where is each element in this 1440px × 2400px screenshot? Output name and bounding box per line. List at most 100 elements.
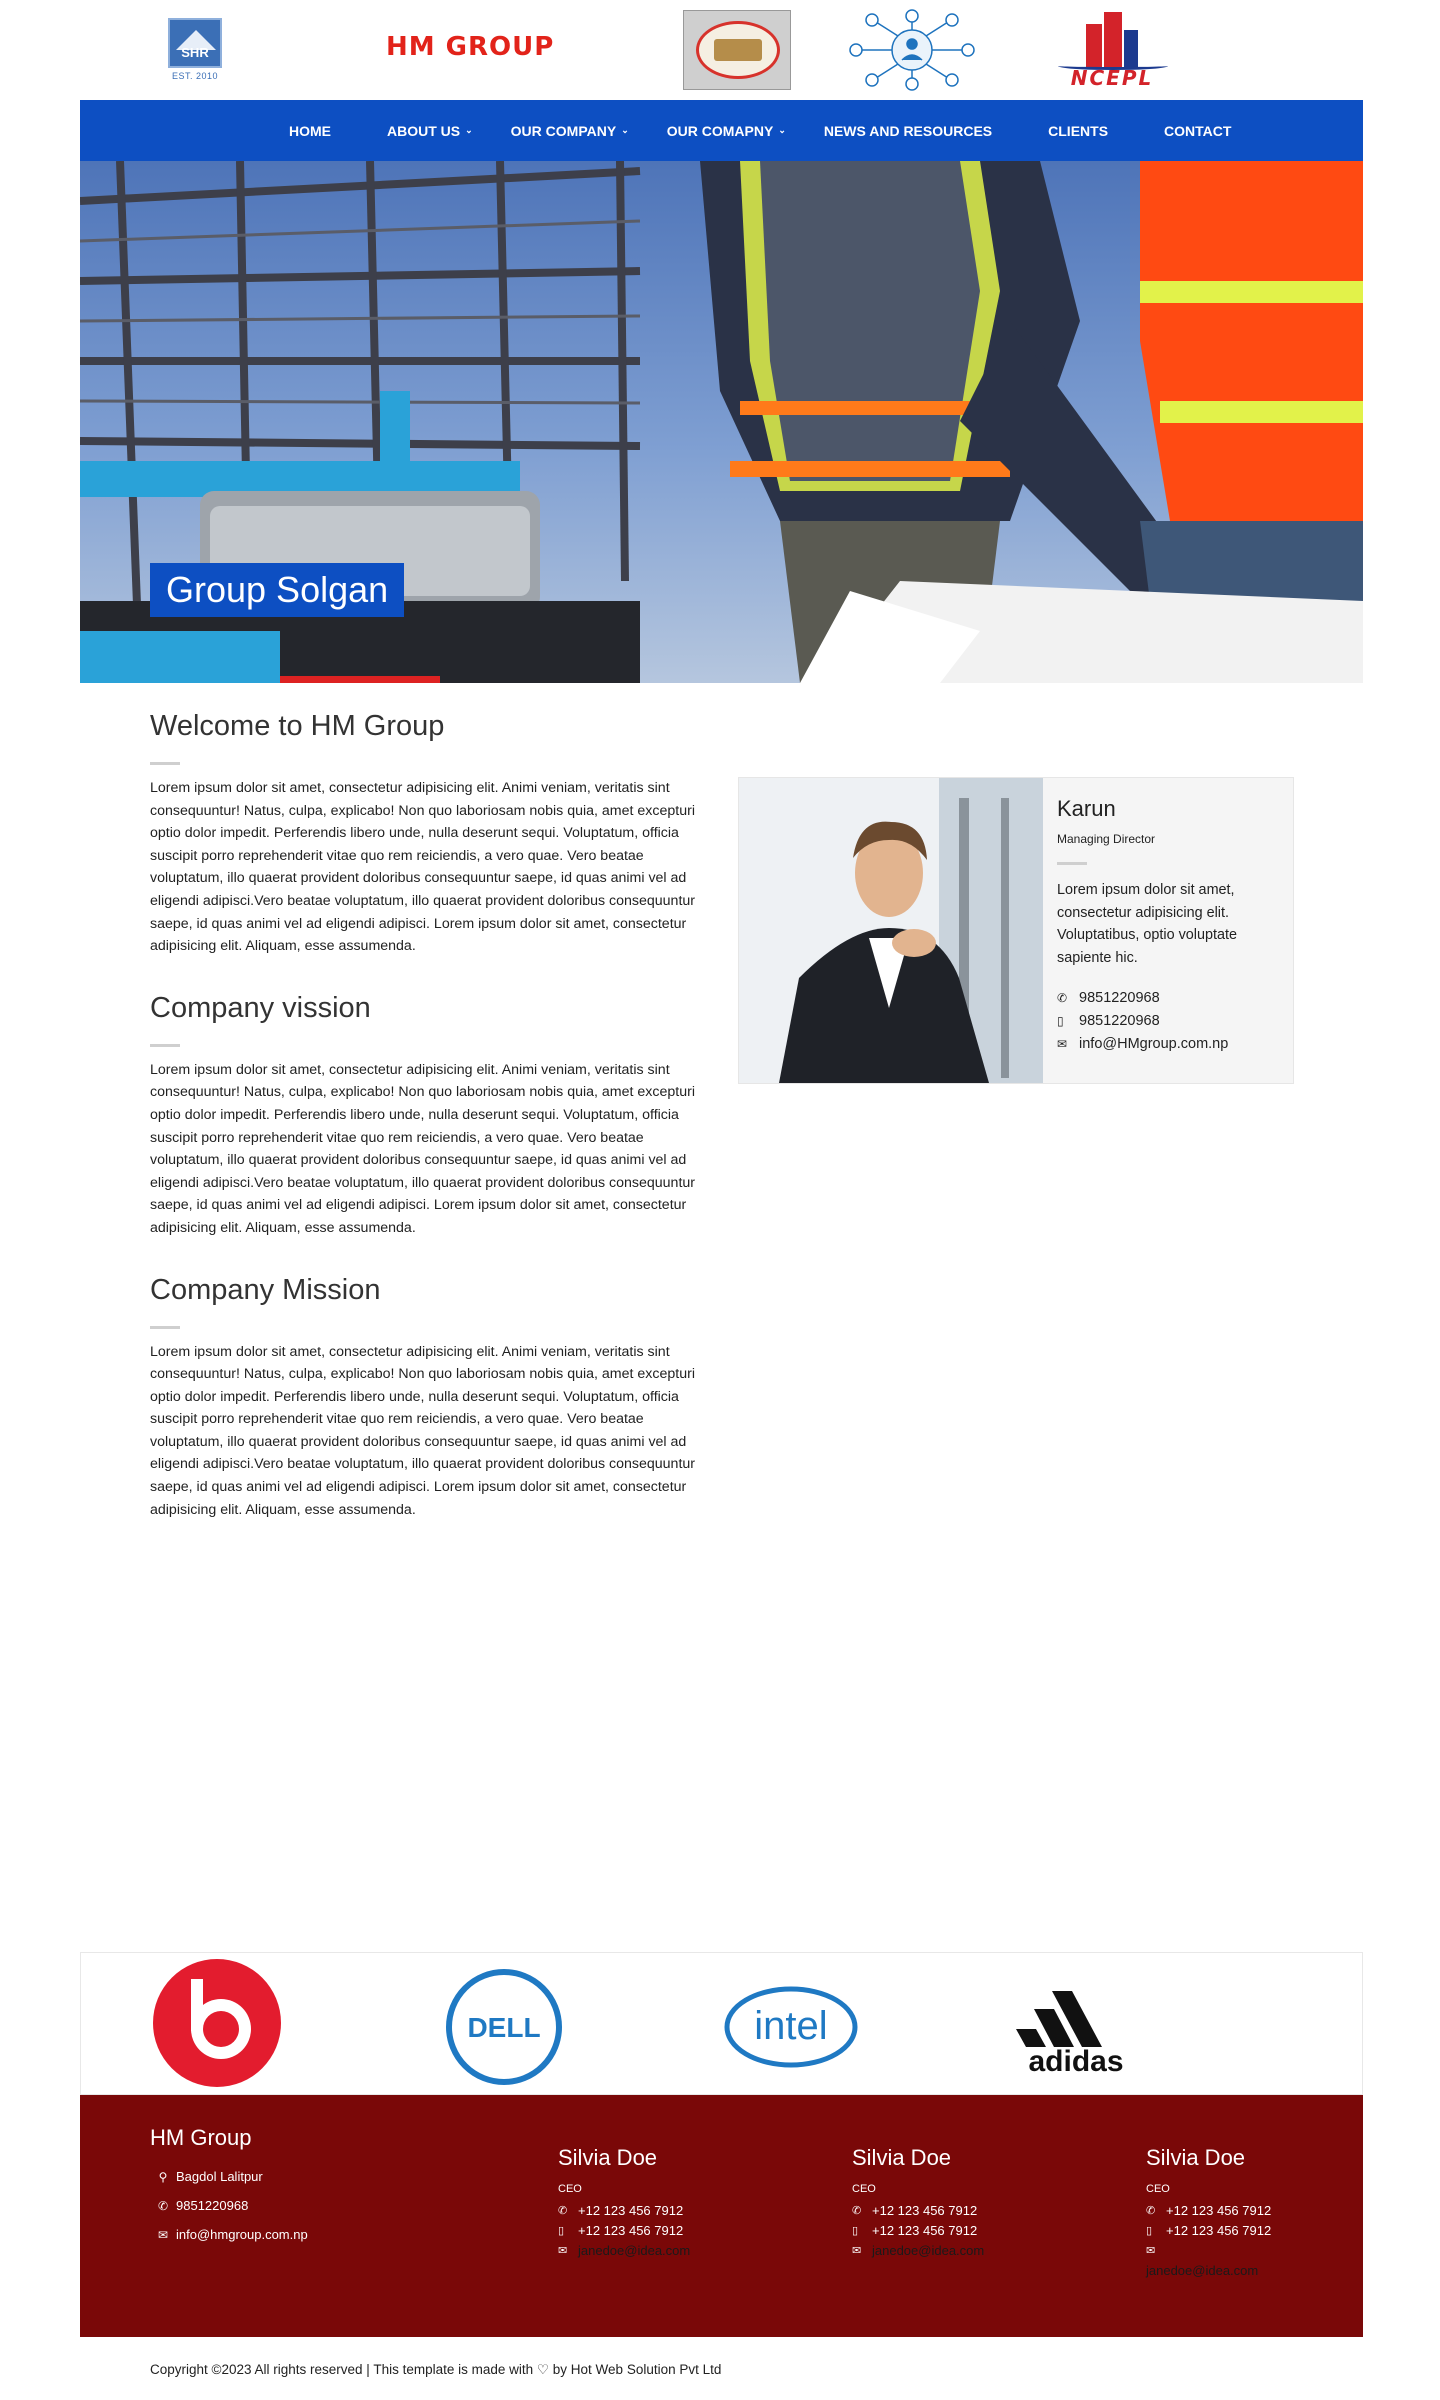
envelope-icon: ✉: [157, 2227, 169, 2242]
nav-our-company[interactable]: OUR COMPANY ⌄: [511, 123, 629, 139]
footer-contact-3: Silvia Doe CEO ✆ +12 123 456 7912 ▯ +12 12…: [1146, 2145, 1296, 2281]
contact-phone[interactable]: ✆ +12 123 456 7912: [558, 2201, 738, 2221]
nav-clients[interactable]: CLIENTS: [1048, 123, 1108, 139]
intel-logo[interactable]: intel: [721, 1977, 861, 2082]
director-card: Karun Managing Director Lorem ipsum dolo…: [738, 777, 1294, 1084]
adidas-wordmark: adidas: [1028, 2045, 1123, 2077]
dell-logo[interactable]: DELL: [444, 1967, 564, 2092]
director-email-text: info@HMgroup.com.np: [1079, 1035, 1229, 1052]
director-role: Managing Director: [1057, 832, 1156, 846]
network-icon: [849, 9, 975, 91]
contact-mobile[interactable]: ▯ +12 123 456 7912: [852, 2221, 1032, 2241]
network-logo[interactable]: [832, 8, 992, 92]
envelope-icon: ✉: [1057, 1036, 1068, 1051]
contact-name: Silvia Doe: [558, 2145, 658, 2170]
beats-logo[interactable]: [151, 1957, 283, 2094]
mission-text: Lorem ipsum dolor sit amet, consectetur …: [150, 1343, 695, 1518]
nav-news-and-resources[interactable]: NEWS AND RESOURCES: [824, 123, 992, 139]
hm-group-logo[interactable]: HM GROUP: [386, 32, 554, 62]
partner-logos: DELL intel adidas: [80, 1952, 1363, 2095]
director-mobile-text: 9851220968: [1079, 1012, 1160, 1029]
director-email[interactable]: ✉ info@HMgroup.com.np: [1057, 1033, 1282, 1056]
phone-icon: ✆: [852, 2205, 862, 2217]
footer-contact-2: Silvia Doe CEO ✆ +12 123 456 7912 ▯ +12 12…: [852, 2145, 1032, 2261]
nav-news-label: NEWS AND RESOURCES: [823, 122, 993, 139]
adidas-logo[interactable]: adidas: [1006, 1977, 1146, 2082]
chevron-down-icon: ⌄: [621, 125, 629, 135]
contact-email-text: janedoe@idea.com: [872, 2243, 985, 2258]
director-bio: Lorem ipsum dolor sit amet, consectetur …: [1057, 882, 1238, 966]
ncepl-logo[interactable]: NCEPL: [1048, 8, 1176, 90]
mobile-icon: ▯: [1057, 1013, 1064, 1028]
copyright-credit[interactable]: by Hot Web Solution Pvt Ltd: [553, 2362, 722, 2377]
nav-contact-label: CONTACT: [1164, 122, 1232, 139]
footer-contact-1: Silvia Doe CEO ✆ +12 123 456 7912 ▯ +12 12…: [558, 2145, 738, 2261]
vision-title: Company vission: [150, 991, 371, 1024]
welcome-section: Welcome to HM Group Lorem ipsum dolor si…: [150, 708, 710, 958]
contact-email-text: janedoe@idea.com: [1146, 2263, 1259, 2278]
director-info: Karun Managing Director Lorem ipsum dolo…: [1057, 796, 1282, 1055]
nav-about-us-label: ABOUT US: [387, 122, 461, 139]
nav-contact[interactable]: CONTACT: [1164, 123, 1231, 139]
phone-icon: ✆: [558, 2205, 568, 2217]
nav-about-us[interactable]: ABOUT US ⌄: [387, 123, 473, 139]
chevron-down-icon: ⌄: [778, 125, 786, 135]
contact-email[interactable]: ✉ janedoe@idea.com: [558, 2241, 738, 2261]
footer-company: HM Group ⚲ Bagdol Lalitpur ✆ 9851220968 …: [150, 2125, 308, 2256]
footer-address-text: Bagdol Lalitpur: [176, 2169, 263, 2184]
copyright-text: Copyright ©2023 All rights reserved | Th…: [150, 2362, 534, 2377]
site-footer: HM Group ⚲ Bagdol Lalitpur ✆ 9851220968 …: [80, 2095, 1363, 2337]
footer-email[interactable]: ✉ info@hmgroup.com.np: [150, 2227, 308, 2242]
footer-phone-text: 9851220968: [176, 2198, 249, 2213]
vision-section: Company vission Lorem ipsum dolor sit am…: [150, 990, 710, 1240]
title-divider: [1057, 862, 1087, 865]
director-mobile[interactable]: ▯ 9851220968: [1057, 1010, 1282, 1033]
food-logo[interactable]: [683, 10, 791, 90]
contact-role: CEO: [558, 2183, 582, 2195]
nav-our-comapny[interactable]: OUR COMAPNY ⌄: [667, 123, 786, 139]
phone-icon: ✆: [1146, 2205, 1156, 2217]
contact-phone-text: +12 123 456 7912: [1166, 2203, 1272, 2218]
footer-company-name: HM Group: [150, 2125, 252, 2150]
footer-address: ⚲ Bagdol Lalitpur: [150, 2169, 308, 2184]
contact-mobile[interactable]: ▯ +12 123 456 7912: [1146, 2221, 1296, 2241]
director-phone[interactable]: ✆ 9851220968: [1057, 987, 1282, 1010]
footer-phone[interactable]: ✆ 9851220968: [150, 2198, 308, 2213]
food-dish-icon: [714, 39, 762, 61]
chevron-down-icon: ⌄: [465, 125, 473, 135]
welcome-text: Lorem ipsum dolor sit amet, consectetur …: [150, 780, 695, 955]
nav-our-company-label: OUR COMPANY: [510, 122, 617, 139]
contact-phone[interactable]: ✆ +12 123 456 7912: [1146, 2201, 1296, 2221]
heart-icon: ♡: [536, 2362, 550, 2377]
ncepl-wordmark: NCEPL: [1070, 66, 1154, 90]
building-icon: [1104, 12, 1122, 68]
envelope-icon: ✉: [558, 2245, 568, 2257]
contact-mobile[interactable]: ▯ +12 123 456 7912: [558, 2221, 738, 2241]
contact-email[interactable]: ✉ janedoe@idea.com: [1146, 2241, 1296, 2281]
director-name: Karun: [1057, 796, 1116, 821]
contact-email[interactable]: ✉ janedoe@idea.com: [852, 2241, 1032, 2261]
intel-wordmark: intel: [754, 2004, 827, 2048]
nav-clients-label: CLIENTS: [1048, 122, 1109, 139]
envelope-icon: ✉: [1146, 2245, 1156, 2257]
nav-home-label: HOME: [289, 122, 331, 139]
contact-mobile-text: +12 123 456 7912: [578, 2223, 684, 2238]
phone-icon: ✆: [1057, 991, 1068, 1006]
contact-name: Silvia Doe: [852, 2145, 952, 2170]
nav-home[interactable]: HOME: [289, 123, 331, 139]
shr-abbr: SHR: [181, 45, 209, 60]
contact-phone[interactable]: ✆ +12 123 456 7912: [852, 2201, 1032, 2221]
contact-mobile-text: +12 123 456 7912: [1166, 2223, 1272, 2238]
welcome-title: Welcome to HM Group: [150, 710, 445, 742]
shr-est: EST. 2010: [171, 71, 219, 81]
phone-icon: ✆: [157, 2198, 169, 2213]
dell-wordmark: DELL: [467, 2012, 540, 2043]
mobile-icon: ▯: [1146, 2225, 1153, 2237]
shr-logo[interactable]: SHR EST. 2010: [168, 18, 222, 82]
mobile-icon: ▯: [852, 2225, 859, 2237]
envelope-icon: ✉: [852, 2245, 862, 2257]
logo-bar: SHR EST. 2010 HM GROUP NCEPL: [0, 0, 1440, 100]
contact-role: CEO: [1146, 2183, 1170, 2195]
copyright: Copyright ©2023 All rights reserved | Th…: [150, 2362, 721, 2378]
main-nav: HOME ABOUT US ⌄ OUR COMPANY ⌄ OUR COMAPNY ⌄…: [80, 100, 1363, 161]
